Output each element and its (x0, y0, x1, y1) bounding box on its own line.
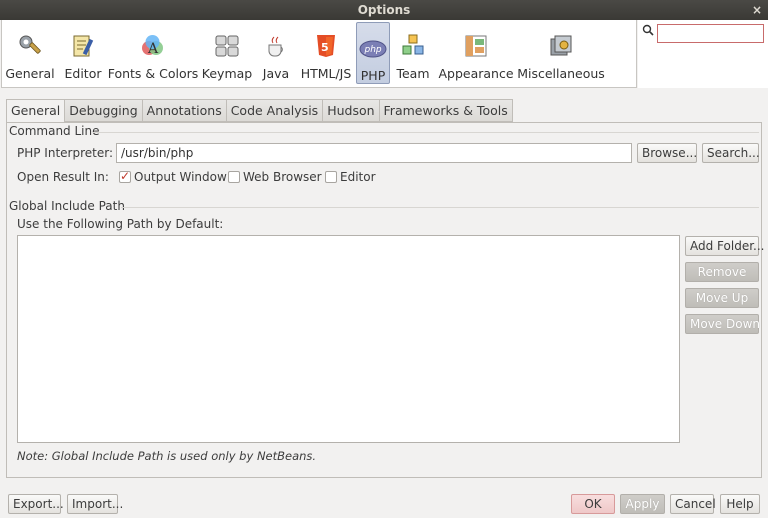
include-path-section-title: Global Include Path (9, 199, 125, 213)
output-window-label[interactable]: Output Window (134, 170, 227, 184)
output-window-checkbox[interactable]: ✓ (119, 169, 131, 183)
tab-frameworks-tools[interactable]: Frameworks & Tools (379, 99, 513, 122)
section-divider (93, 132, 759, 133)
import-button[interactable]: Import... (67, 494, 123, 514)
fonts-colors-icon: A (139, 32, 167, 60)
tab-debugging[interactable]: Debugging (65, 99, 143, 122)
appearance-icon (462, 32, 490, 60)
php-general-panel: Command Line PHP Interpreter: /usr/bin/p… (6, 122, 764, 478)
search-input[interactable] (657, 24, 764, 43)
move-down-button[interactable]: Move Down (685, 314, 760, 334)
command-line-section-title: Command Line (9, 124, 100, 138)
use-path-label: Use the Following Path by Default: (17, 217, 224, 231)
team-icon (399, 32, 427, 60)
category-editor[interactable]: Editor (58, 20, 108, 86)
category-label: HTML/JS (300, 66, 352, 81)
category-label: Java (262, 66, 290, 81)
search-icon (642, 24, 654, 39)
category-label: Editor (64, 66, 102, 81)
html5-icon: 5 (312, 32, 340, 60)
miscellaneous-icon (547, 32, 575, 60)
open-result-label: Open Result In: (17, 170, 109, 184)
category-label: Team (396, 66, 430, 81)
keymap-icon (213, 32, 241, 60)
web-browser-label[interactable]: Web Browser (243, 170, 322, 184)
java-icon (262, 32, 290, 60)
search-interpreter-button[interactable]: Search... (702, 143, 760, 163)
section-divider (121, 207, 759, 208)
category-php[interactable]: php PHP (356, 22, 390, 84)
svg-text:php: php (364, 45, 382, 55)
category-label: Miscellaneous (517, 66, 605, 81)
editor-checkbox[interactable] (325, 171, 337, 183)
tab-general[interactable]: General (6, 99, 66, 123)
include-path-list[interactable] (17, 235, 680, 443)
editor-icon (69, 32, 97, 60)
category-java[interactable]: Java (256, 20, 296, 86)
category-label: General (5, 66, 55, 81)
tab-hudson[interactable]: Hudson (323, 99, 380, 122)
title-bar: Options × (0, 0, 768, 20)
category-label: Fonts & Colors (107, 66, 199, 81)
web-browser-checkbox[interactable] (228, 171, 240, 183)
category-html-js[interactable]: 5 HTML/JS (296, 20, 356, 86)
category-miscellaneous[interactable]: Miscellaneous (516, 20, 606, 86)
php-interpreter-input[interactable]: /usr/bin/php (116, 143, 632, 163)
ok-button[interactable]: OK (571, 494, 615, 514)
tab-code-analysis[interactable]: Code Analysis (226, 99, 324, 122)
php-icon: php (359, 35, 387, 62)
svg-text:A: A (147, 41, 159, 57)
category-label: PHP (360, 68, 386, 83)
category-label: Appearance (438, 66, 514, 81)
tab-annotations[interactable]: Annotations (142, 99, 227, 122)
svg-text:5: 5 (321, 41, 329, 54)
export-button[interactable]: Export... (8, 494, 64, 514)
remove-button[interactable]: Remove (685, 262, 759, 282)
window-title: Options (357, 3, 411, 17)
apply-button[interactable]: Apply (620, 494, 665, 514)
category-toolbar: General Editor A Fonts & Colors Keymap J… (1, 20, 637, 88)
search-area (638, 20, 768, 88)
category-keymap[interactable]: Keymap (198, 20, 256, 86)
category-team[interactable]: Team (390, 20, 436, 86)
category-appearance[interactable]: Appearance (436, 20, 516, 86)
category-label: Keymap (201, 66, 253, 81)
close-icon[interactable]: × (752, 0, 762, 20)
add-folder-button[interactable]: Add Folder... (685, 236, 764, 256)
category-fonts-colors[interactable]: A Fonts & Colors (108, 20, 198, 86)
checkmark-icon: ✓ (120, 169, 131, 183)
move-up-button[interactable]: Move Up (685, 288, 759, 308)
php-interpreter-label: PHP Interpreter: (17, 146, 113, 160)
help-button[interactable]: Help (720, 494, 760, 514)
category-general[interactable]: General (2, 20, 58, 86)
include-path-note: Note: Global Include Path is used only b… (17, 449, 317, 463)
cancel-button[interactable]: Cancel (670, 494, 716, 514)
general-icon (16, 32, 44, 60)
tab-bar: General Debugging Annotations Code Analy… (6, 99, 513, 123)
browse-button[interactable]: Browse... (637, 143, 697, 163)
editor-label[interactable]: Editor (340, 170, 376, 184)
